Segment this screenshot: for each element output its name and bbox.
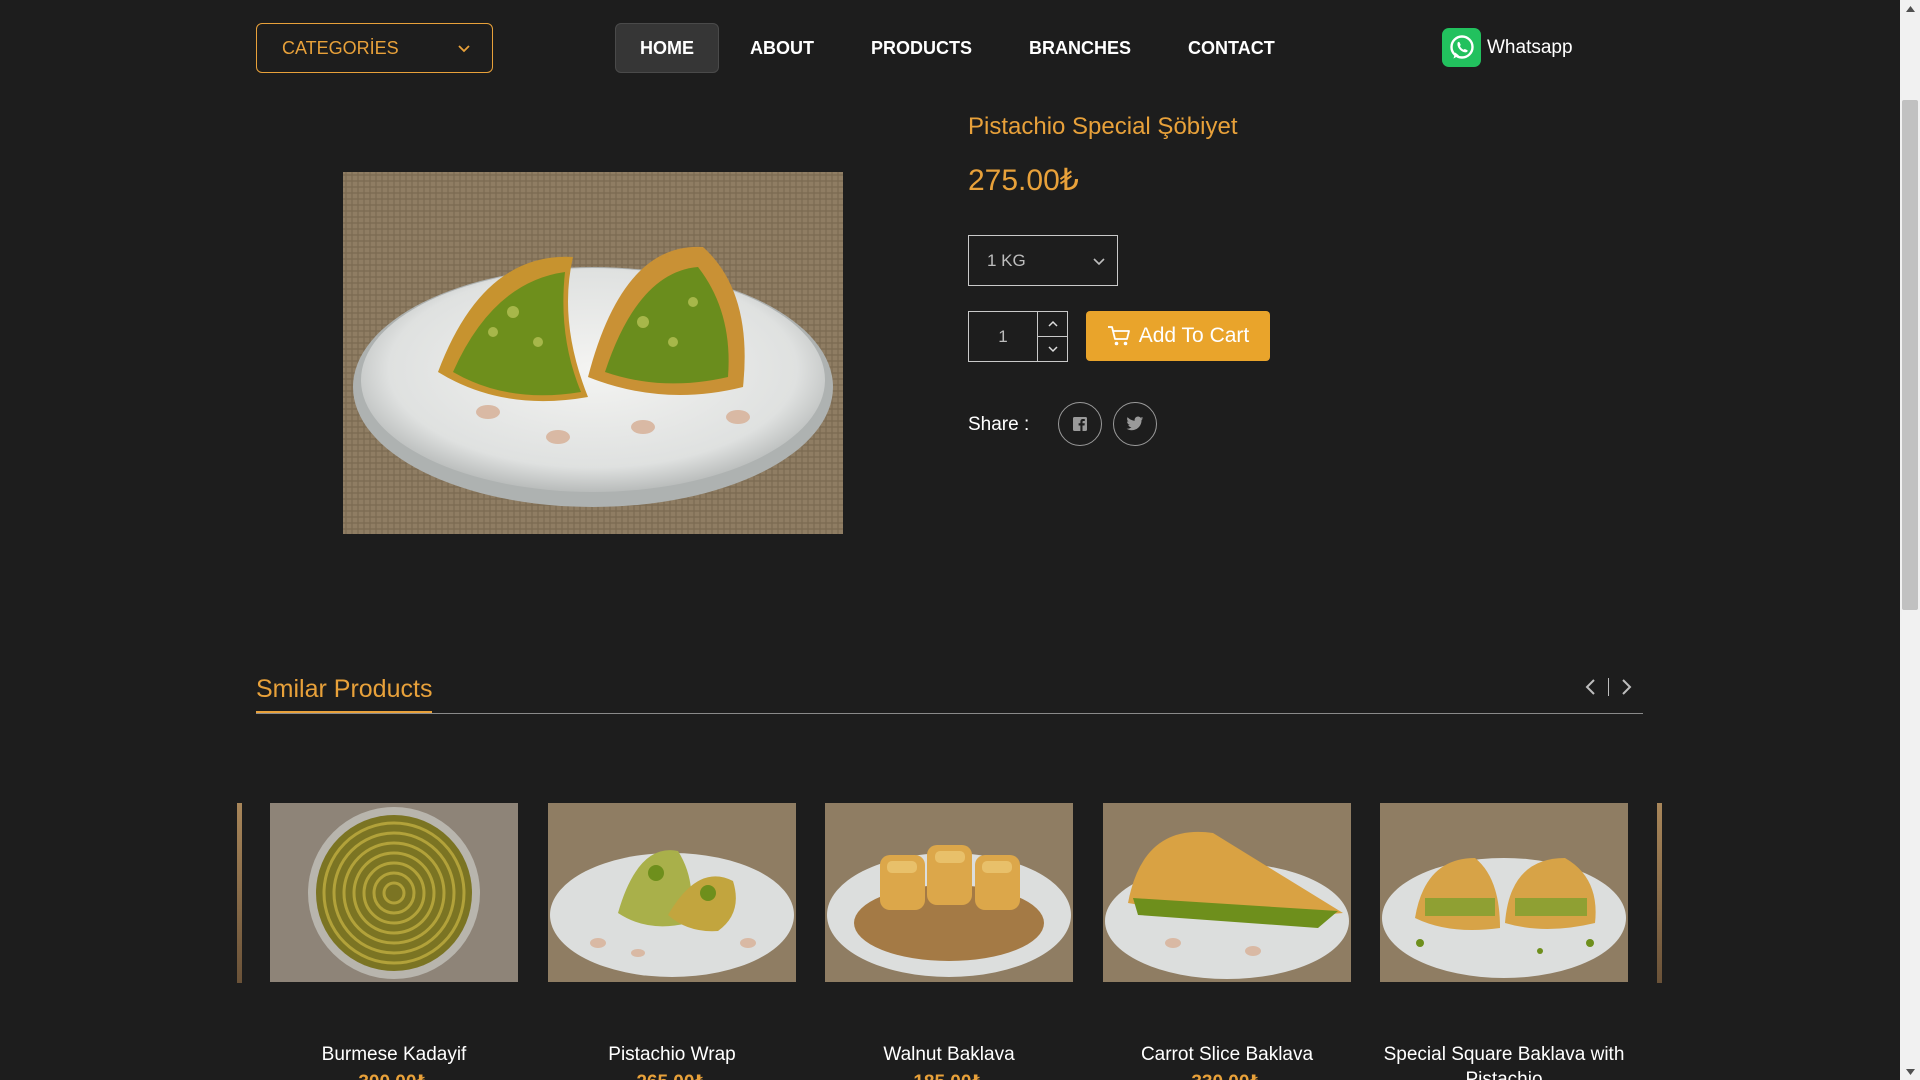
chevron-right-icon (1622, 679, 1632, 695)
scroll-up-button[interactable] (1900, 0, 1920, 17)
product-image[interactable] (343, 172, 843, 534)
weight-select[interactable]: 1 KG (968, 235, 1118, 286)
share-label: Share : (968, 414, 1030, 435)
nav-branches[interactable]: BRANCHES (1029, 23, 1131, 73)
add-to-cart-label: Add To Cart (1138, 324, 1250, 347)
similar-product-image[interactable] (825, 803, 1073, 982)
quantity-stepper: 1 (968, 311, 1068, 362)
carousel-next-button[interactable] (1621, 678, 1633, 696)
categories-dropdown[interactable]: CATEGORİES (256, 23, 493, 73)
similar-product-image[interactable] (548, 803, 796, 982)
similar-product-image[interactable] (1380, 803, 1628, 982)
similar-product-card[interactable]: Special Square Baklava with Pistachio (1380, 803, 1628, 1080)
chevron-down-icon (458, 45, 470, 53)
categories-label: CATEGORİES (282, 37, 399, 58)
main-nav: HOME ABOUT PRODUCTS BRANCHES CONTACT (615, 23, 1275, 73)
similar-product-card[interactable]: Carrot Slice Baklava 330.00₺ (1103, 803, 1351, 1080)
share-facebook-button[interactable] (1058, 402, 1102, 446)
similar-product-name[interactable]: Walnut Baklava (825, 1042, 1073, 1067)
carousel-prev-button[interactable] (1584, 678, 1596, 696)
cart-icon (1107, 325, 1131, 347)
quantity-arrows (1037, 312, 1067, 361)
similar-product-card[interactable]: Burmese Kadayif 300.00₺ (270, 803, 518, 1080)
share-twitter-button[interactable] (1113, 402, 1157, 446)
similar-product-card[interactable]: Pistachio Wrap 265.00₺ (548, 803, 796, 1080)
add-to-cart-button[interactable]: Add To Cart (1086, 311, 1270, 361)
product-title: Pistachio Special Şöbiyet (968, 113, 1238, 140)
quantity-decrement-button[interactable] (1038, 336, 1067, 361)
nav-home[interactable]: HOME (615, 23, 719, 73)
chevron-down-icon (1047, 346, 1058, 353)
similar-product-name[interactable]: Burmese Kadayif (270, 1042, 518, 1067)
whatsapp-link[interactable]: Whatsapp (1442, 28, 1573, 67)
weight-select-value: 1 KG (987, 250, 1026, 270)
carousel-pager (1584, 678, 1633, 696)
chevron-up-icon (1047, 320, 1058, 327)
pager-separator (1608, 678, 1609, 696)
page-scrollbar[interactable] (1900, 0, 1920, 1080)
chevron-down-icon (1093, 257, 1105, 265)
nav-contact[interactable]: CONTACT (1188, 23, 1275, 73)
similar-product-name[interactable]: Special Square Baklava with Pistachio (1380, 1042, 1628, 1080)
triangle-down-icon (1905, 1068, 1915, 1075)
similar-product-price: 265.00₺ (548, 1071, 796, 1080)
product-price: 275.00₺ (968, 164, 1079, 197)
section-divider (256, 713, 1643, 714)
similar-products-title: Smilar Products (256, 675, 433, 703)
similar-product-price: 300.00₺ (270, 1071, 518, 1080)
similar-product-image[interactable] (270, 803, 518, 982)
quantity-input[interactable]: 1 (969, 312, 1037, 361)
similar-product-image[interactable] (1103, 803, 1351, 982)
nav-about[interactable]: ABOUT (750, 23, 814, 73)
nav-products[interactable]: PRODUCTS (871, 23, 972, 73)
similar-product-name[interactable]: Pistachio Wrap (548, 1042, 796, 1067)
scroll-thumb[interactable] (1902, 100, 1918, 610)
similar-product-name[interactable]: Carrot Slice Baklava (1103, 1042, 1351, 1067)
chevron-left-icon (1585, 679, 1595, 695)
similar-product-card[interactable]: Walnut Baklava 185.00₺ (825, 803, 1073, 1080)
similar-product-price: 330.00₺ (1103, 1071, 1351, 1080)
similar-product-price: 185.00₺ (825, 1071, 1073, 1080)
triangle-up-icon (1905, 5, 1915, 12)
carousel-edge-next (1657, 803, 1662, 983)
whatsapp-label: Whatsapp (1487, 36, 1573, 58)
scroll-down-button[interactable] (1900, 1063, 1920, 1080)
quantity-increment-button[interactable] (1038, 312, 1067, 336)
facebook-icon (1073, 417, 1087, 431)
whatsapp-icon (1442, 28, 1481, 67)
carousel-edge-prev (237, 803, 242, 983)
twitter-icon (1126, 416, 1144, 431)
